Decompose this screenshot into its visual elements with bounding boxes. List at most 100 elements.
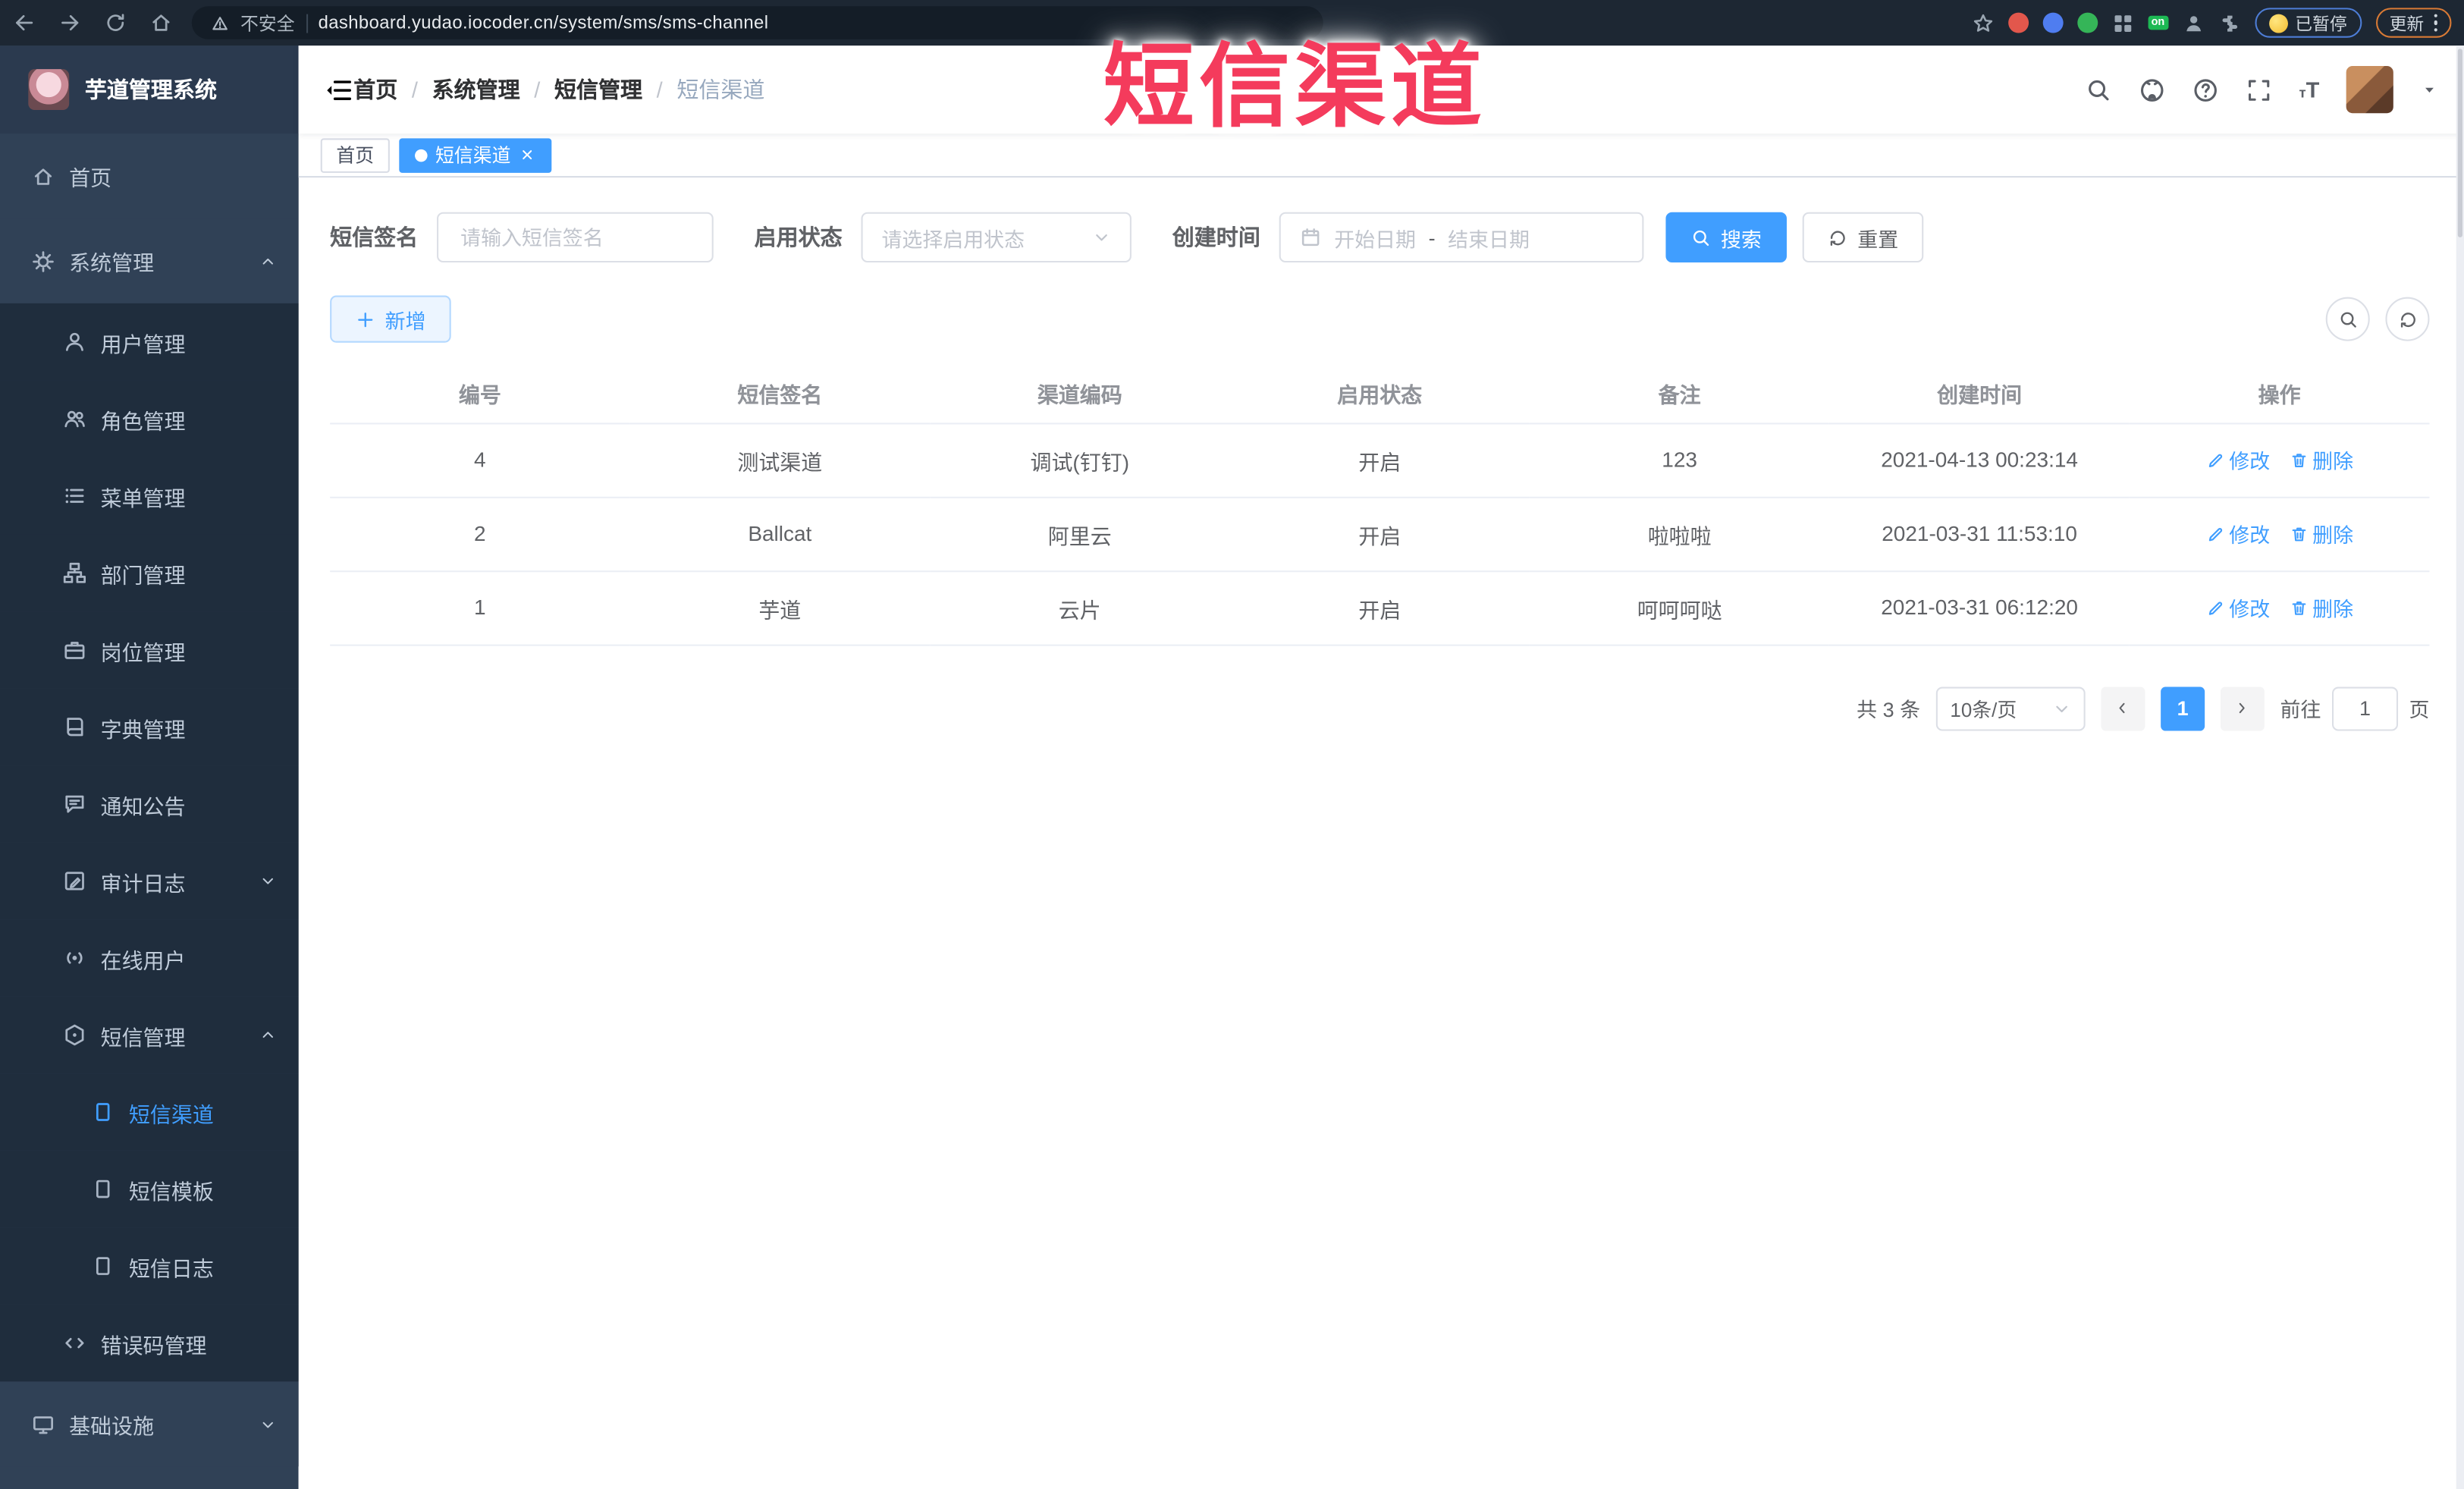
page-1-button[interactable]: 1 bbox=[2161, 686, 2205, 730]
address-bar[interactable]: 不安全 dashboard.yudao.iocoder.cn/system/sm… bbox=[191, 6, 1323, 39]
grid-icon bbox=[2114, 14, 2132, 31]
page-size-select[interactable]: 10条/页 bbox=[1935, 686, 2086, 730]
sign-input-field[interactable] bbox=[457, 224, 693, 251]
reload-icon bbox=[107, 14, 124, 31]
edit-link[interactable]: 修改 bbox=[2205, 519, 2270, 548]
sign-label: 短信签名 bbox=[330, 225, 419, 250]
sidebar-item-3[interactable]: 角色管理 bbox=[0, 380, 299, 457]
sidebar-item-12[interactable]: 短信渠道 bbox=[0, 1073, 299, 1151]
sidebar-item-13[interactable]: 短信模板 bbox=[0, 1150, 299, 1228]
extension-on-badge[interactable]: on bbox=[2148, 15, 2168, 30]
column-header: 短信签名 bbox=[629, 363, 931, 424]
goto-page-input[interactable] bbox=[2331, 686, 2398, 730]
github-icon bbox=[2141, 78, 2164, 101]
cell-created: 2021-03-31 06:12:20 bbox=[1829, 570, 2130, 646]
cell-id: 4 bbox=[330, 423, 630, 498]
tab-paused-badge[interactable]: 已暂停 bbox=[2254, 8, 2362, 38]
sidebar-item-5[interactable]: 部门管理 bbox=[0, 534, 299, 612]
sidebar: 芋道管理系统 首页 系统管理 用户管理角色管理菜单管理部门管理岗位管理字典管理通知公… bbox=[0, 46, 299, 1489]
cell-remark: 啦啦啦 bbox=[1529, 496, 1830, 572]
sidebar-item-11[interactable]: 短信管理 bbox=[0, 996, 299, 1074]
edit-link[interactable]: 修改 bbox=[2205, 592, 2270, 622]
next-page-button[interactable] bbox=[2220, 686, 2265, 730]
app-logo-row[interactable]: 芋道管理系统 bbox=[0, 46, 299, 134]
delete-label: 删除 bbox=[2312, 449, 2354, 473]
breadcrumb-item-1[interactable]: 系统管理 bbox=[432, 74, 520, 105]
scrollbar-thumb[interactable] bbox=[2457, 49, 2462, 237]
sidebar-item-9[interactable]: 审计日志 bbox=[0, 842, 299, 920]
refresh-icon bbox=[2400, 312, 2415, 327]
search-button-label: 搜索 bbox=[1720, 227, 1762, 251]
delete-link[interactable]: 删除 bbox=[2289, 592, 2353, 622]
reset-button-label: 重置 bbox=[1857, 227, 1899, 251]
delete-label: 删除 bbox=[2312, 523, 2354, 548]
delete-link[interactable]: 删除 bbox=[2289, 519, 2353, 548]
cell-sign: 芋道 bbox=[629, 570, 931, 646]
sidebar-item-15[interactable]: 错误码管理 bbox=[0, 1304, 299, 1382]
page-scrollbar[interactable] bbox=[2456, 46, 2464, 1489]
browser-menu-icon bbox=[2433, 14, 2437, 32]
delete-label: 删除 bbox=[2312, 597, 2354, 621]
sign-input[interactable] bbox=[437, 212, 714, 263]
online-icon bbox=[67, 952, 83, 964]
date-range-picker[interactable]: 开始日期 - 结束日期 bbox=[1279, 212, 1644, 263]
active-tab-dot bbox=[415, 148, 428, 162]
cell-actions: 修改 删除 bbox=[2129, 496, 2430, 572]
sidebar-item-1[interactable]: 系统管理 bbox=[0, 218, 299, 303]
top-navbar: 首页 / 系统管理 / 短信管理 / 短信渠道 тT bbox=[298, 46, 2464, 134]
chrome-update-button[interactable]: 更新 bbox=[2375, 8, 2452, 38]
search-button[interactable]: 搜索 bbox=[1665, 212, 1788, 263]
date-separator: - bbox=[1428, 225, 1436, 250]
add-button[interactable]: 新增 bbox=[330, 295, 451, 343]
chevron-up-icon bbox=[262, 257, 273, 264]
back-icon bbox=[16, 14, 33, 31]
breadcrumb-item-2[interactable]: 短信管理 bbox=[554, 74, 642, 105]
reset-button[interactable]: 重置 bbox=[1802, 212, 1924, 263]
sidebar-item-label: 角色管理 bbox=[100, 409, 186, 433]
calendar-icon bbox=[1301, 228, 1320, 247]
app-title: 芋道管理系统 bbox=[84, 77, 217, 102]
sidebar-item-16[interactable]: 基础设施 bbox=[0, 1381, 299, 1467]
tab-0[interactable]: 首页 bbox=[320, 137, 390, 172]
table-row: 4 测试渠道 调试(钉钉) 开启 123 2021-04-13 00:23:14 修改 删除 bbox=[330, 423, 2430, 498]
sidebar-item-6[interactable]: 岗位管理 bbox=[0, 611, 299, 689]
prev-page-button[interactable] bbox=[2101, 686, 2145, 730]
tab-1[interactable]: 短信渠道 bbox=[399, 137, 552, 172]
breadcrumb-item-0[interactable]: 首页 bbox=[353, 74, 397, 105]
home-icon bbox=[34, 168, 52, 184]
extension-icon-blue[interactable] bbox=[2042, 12, 2064, 33]
toggle-search-button[interactable] bbox=[2325, 297, 2370, 341]
extension-icon-red[interactable] bbox=[2008, 12, 2029, 33]
sidebar-item-7[interactable]: 字典管理 bbox=[0, 688, 299, 766]
sidebar-item-label: 字典管理 bbox=[100, 717, 186, 741]
users-icon bbox=[64, 410, 85, 428]
cell-sign: Ballcat bbox=[629, 496, 931, 572]
sidebar-item-14[interactable]: 短信日志 bbox=[0, 1227, 299, 1305]
edit-link[interactable]: 修改 bbox=[2205, 445, 2270, 474]
table-row: 2 Ballcat 阿里云 开启 啦啦啦 2021-03-31 11:53:10 修改 删除 bbox=[330, 496, 2430, 572]
fullscreen-icon bbox=[2249, 79, 2270, 100]
doc-icon bbox=[96, 1257, 110, 1275]
delete-link[interactable]: 删除 bbox=[2289, 445, 2353, 474]
warn-icon bbox=[212, 16, 228, 30]
sidebar-item-0[interactable]: 首页 bbox=[0, 134, 299, 219]
sidebar-item-10[interactable]: 在线用户 bbox=[0, 919, 299, 997]
plus-icon bbox=[358, 312, 373, 327]
sidebar-item-label: 基础设施 bbox=[69, 1414, 155, 1438]
edit-icon bbox=[2208, 453, 2222, 466]
refresh-table-button[interactable] bbox=[2385, 297, 2430, 341]
avatar[interactable] bbox=[2346, 66, 2393, 114]
extension-icon-green[interactable] bbox=[2077, 12, 2098, 33]
sidebar-item-8[interactable]: 通知公告 bbox=[0, 765, 299, 843]
cell-code: 阿里云 bbox=[930, 496, 1230, 572]
breadcrumb: 首页 / 系统管理 / 短信管理 / 短信渠道 bbox=[353, 74, 764, 105]
sidebar-item-4[interactable]: 菜单管理 bbox=[0, 457, 299, 535]
search-form: 短信签名 启用状态 请选择启用状态 创建时间 开始日期 bbox=[330, 212, 2429, 263]
cell-remark: 123 bbox=[1529, 423, 1830, 498]
sidebar-item-2[interactable]: 用户管理 bbox=[0, 303, 299, 381]
font-size-icon[interactable]: тT bbox=[2299, 77, 2320, 102]
url-text: dashboard.yudao.iocoder.cn/system/sms/sm… bbox=[318, 13, 769, 33]
sidebar-item-label: 部门管理 bbox=[100, 563, 186, 587]
doc-icon bbox=[96, 1103, 110, 1121]
status-select[interactable]: 请选择启用状态 bbox=[861, 212, 1132, 263]
